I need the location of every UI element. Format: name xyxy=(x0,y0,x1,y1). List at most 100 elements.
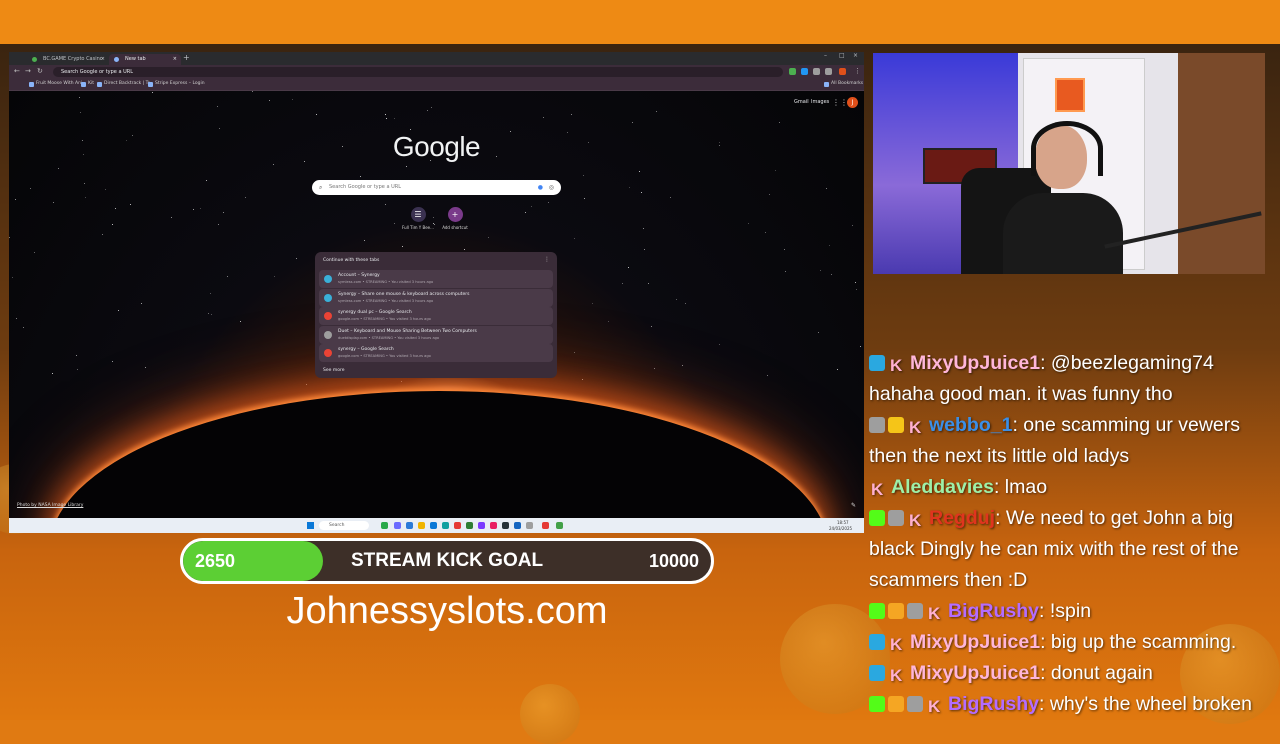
app-icon[interactable] xyxy=(514,522,521,529)
close-icon[interactable]: × xyxy=(173,54,177,65)
microphone-icon[interactable]: ● xyxy=(538,180,543,195)
extension-icon[interactable] xyxy=(789,68,796,75)
goal-target: 10000 xyxy=(648,551,699,571)
back-button[interactable]: ← xyxy=(14,67,20,75)
extension-icon[interactable] xyxy=(801,68,808,75)
site-favicon-icon xyxy=(324,330,332,339)
chrome-icon[interactable] xyxy=(454,522,461,529)
star xyxy=(29,188,31,190)
maximize-button[interactable]: □ xyxy=(839,52,845,59)
forward-button[interactable]: → xyxy=(25,67,31,75)
app-icon[interactable] xyxy=(394,522,401,529)
windows-start-icon[interactable] xyxy=(307,522,314,529)
google-logo: Google xyxy=(392,131,481,162)
menu-icon[interactable]: ⋮ xyxy=(854,67,861,75)
app-icon[interactable] xyxy=(430,522,437,529)
folder-icon[interactable] xyxy=(418,522,425,529)
app-icon[interactable] xyxy=(526,522,533,529)
star xyxy=(9,237,11,239)
extension-icon[interactable] xyxy=(813,68,820,75)
photo-credit-link[interactable]: Photo by NASA Image Library xyxy=(17,503,83,508)
new-tab-button[interactable]: + xyxy=(183,53,190,62)
customize-icon[interactable]: ✎ xyxy=(851,502,856,509)
app-icon[interactable] xyxy=(542,522,549,529)
app-icon[interactable] xyxy=(442,522,449,529)
extension-icon[interactable] xyxy=(825,68,832,75)
search-icon: ⌕ xyxy=(319,184,323,191)
chat-text: scammers then :D xyxy=(869,569,1028,591)
star xyxy=(295,257,297,259)
app-icon[interactable] xyxy=(381,522,388,529)
star xyxy=(785,270,787,272)
top-banner xyxy=(0,0,1280,44)
star xyxy=(227,275,229,277)
star xyxy=(410,128,412,130)
avatar[interactable]: J xyxy=(847,97,858,108)
recent-tab-row[interactable]: synergy dual pc – Google Search google.co… xyxy=(319,307,553,325)
tab-new-tab[interactable]: New tab × xyxy=(109,54,181,65)
star xyxy=(316,114,318,116)
images-link[interactable]: Images xyxy=(811,99,829,105)
minimize-button[interactable]: – xyxy=(824,52,827,59)
star xyxy=(855,288,857,290)
shortcut-tile[interactable]: ☰ Full Tim Y Bee... xyxy=(398,207,438,230)
favicon-icon xyxy=(114,57,119,62)
chat-badge-icon xyxy=(888,417,904,433)
all-bookmarks[interactable]: All Bookmarks xyxy=(824,81,863,87)
recent-tab-row[interactable]: Account – Synergy symless.com • STREAMING… xyxy=(319,270,553,288)
app-icon[interactable] xyxy=(502,522,509,529)
profile-icon[interactable] xyxy=(839,68,846,75)
app-icon[interactable] xyxy=(556,522,563,529)
site-favicon-icon xyxy=(324,275,332,283)
search-input[interactable]: ⌕ Search Google or type a URL ● ◎ xyxy=(312,180,561,195)
close-icon[interactable]: × xyxy=(101,54,105,65)
chat-username[interactable]: MixyUpJuice1 xyxy=(910,631,1040,653)
chat-username[interactable]: webbo_1 xyxy=(929,414,1012,436)
chat-text: : lmao xyxy=(993,476,1048,498)
star xyxy=(542,116,544,118)
star xyxy=(384,204,386,206)
star xyxy=(582,379,584,381)
recent-tab-row[interactable]: Duet – Keyboard and Mouse Sharing Betwee… xyxy=(319,325,553,344)
star xyxy=(129,204,131,206)
chat-username[interactable]: Aleddavies xyxy=(891,476,994,498)
app-icon[interactable] xyxy=(490,522,497,529)
app-icon[interactable] xyxy=(478,522,485,529)
reload-button[interactable]: ↻ xyxy=(37,67,43,75)
gmail-link[interactable]: Gmail xyxy=(794,99,809,105)
bookmark-item[interactable]: Fruit Moose With Ani... xyxy=(29,81,86,87)
chat-text: : one scamming ur vewers xyxy=(1012,414,1241,436)
see-more-link[interactable]: See more xyxy=(323,368,344,373)
apps-grid-icon[interactable]: ⋮⋮ xyxy=(832,98,848,107)
chat-username[interactable]: MixyUpJuice1 xyxy=(910,662,1040,684)
star xyxy=(764,232,766,234)
star xyxy=(245,196,247,198)
chat-badge-icon xyxy=(888,510,904,526)
bookmark-item[interactable]: Direct Backtrack | Tr... xyxy=(97,81,153,87)
more-options-icon[interactable]: ⋮ xyxy=(544,256,550,263)
taskbar-search[interactable]: Search xyxy=(319,521,369,530)
lens-icon[interactable]: ◎ xyxy=(549,180,554,195)
chat-username[interactable]: MixyUpJuice1 xyxy=(910,352,1040,374)
star xyxy=(394,222,396,224)
app-icon[interactable] xyxy=(406,522,413,529)
star xyxy=(627,267,629,269)
chat-message: K Aleddavies: lmao xyxy=(869,476,1047,499)
recent-tab-row[interactable]: synergy – Google Search google.com • STRE… xyxy=(319,344,553,362)
recent-tab-row[interactable]: Synergy – Share one mouse & keyboard acr… xyxy=(319,288,553,307)
chat-message: then the next its little old ladys xyxy=(869,445,1129,468)
chat-username[interactable]: BigRushy xyxy=(948,693,1039,715)
add-shortcut-button[interactable]: + Add shortcut xyxy=(435,207,475,230)
address-bar[interactable]: Search Google or type a URL xyxy=(53,67,783,77)
chat-username[interactable]: Regduj xyxy=(929,507,995,529)
close-window-button[interactable]: × xyxy=(853,52,858,59)
app-icon[interactable] xyxy=(466,522,473,529)
new-tab-page: Gmail Images ⋮⋮ J Google ⌕ Search Google… xyxy=(9,91,864,518)
bookmark-item[interactable]: Stripe Express – Login xyxy=(148,81,205,87)
star xyxy=(426,110,428,112)
tab-bcgame[interactable]: BC.GAME Crypto Casino Game × xyxy=(27,54,109,73)
chat-username[interactable]: BigRushy xyxy=(948,600,1039,622)
star xyxy=(783,249,785,251)
bookmark-item[interactable]: Kit xyxy=(81,81,94,87)
kick-badge-icon: K xyxy=(928,697,941,716)
